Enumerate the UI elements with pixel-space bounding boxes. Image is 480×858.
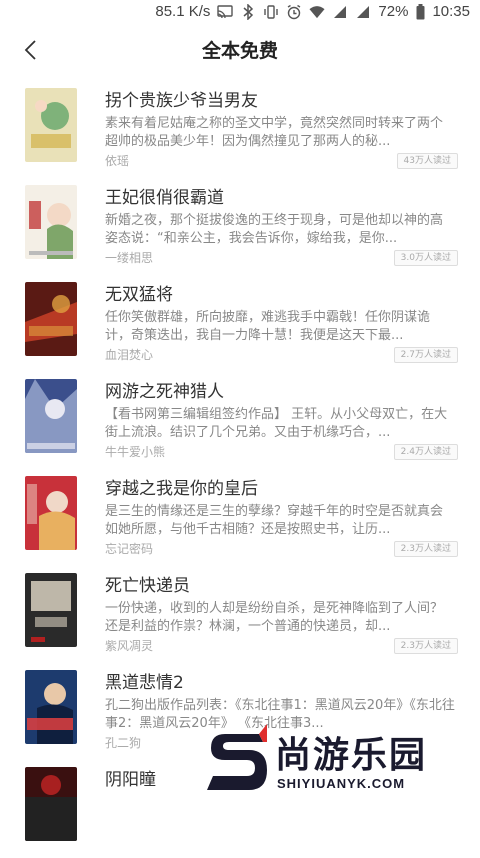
book-cover[interactable] — [25, 670, 77, 744]
reads-badge: 3.0万人读过 — [393, 250, 458, 266]
book-title[interactable]: 死亡快递员 — [105, 571, 190, 596]
book-author: 忘记密码 — [105, 542, 154, 556]
bluetooth-icon — [240, 3, 256, 20]
book-description: 任你笑傲群雄，所向披靡，难逃我手中霸戟！任你阴谋诡计，奇策迭出，我自一力降十慧！… — [105, 310, 431, 343]
book-title[interactable]: 拐个贵族少爷当男友 — [105, 86, 258, 111]
watermark-logo-icon — [207, 724, 267, 790]
book-item[interactable]: 网游之死神猎人 【看书网第三编辑组签约作品】 王轩。从小父母双亡，在大街上流浪。… — [0, 373, 480, 470]
site-watermark: 尚游乐园 SHIYIUANYK.COM — [205, 722, 480, 800]
reads-badge: 2.3万人读过 — [393, 638, 458, 654]
wifi-icon — [309, 4, 325, 20]
book-description: 一份快递，收到的人却是纷纷自杀，是死神降临到了人间？还是利益的作祟？林澜，一个普… — [105, 601, 444, 634]
vibrate-icon — [263, 4, 279, 20]
book-cover[interactable] — [25, 88, 77, 162]
book-cover[interactable] — [25, 476, 77, 550]
book-title[interactable]: 黑道悲情2 — [105, 668, 184, 693]
header: 全本免费 — [0, 26, 480, 74]
network-speed: 85.1 K/s — [155, 3, 211, 20]
book-item[interactable]: 穿越之我是你的皇后 是三生的情缘还是三生的孽缘？穿越千年的时空是否就真会如她所愿… — [0, 470, 480, 567]
book-author: 紫风凋灵 — [105, 639, 154, 653]
reads-badge: 43万人读过 — [396, 153, 458, 169]
book-description: 素来有着尼姑庵之称的圣文中学，竟然突然同时转来了两个超帅的极品美少年！因为偶然撞… — [105, 116, 444, 149]
signal-icon — [332, 4, 348, 20]
book-item[interactable]: 死亡快递员 一份快递，收到的人却是纷纷自杀，是死神降临到了人间？还是利益的作祟？… — [0, 567, 480, 664]
battery-icon — [415, 3, 425, 20]
status-indicators: 85.1 K/s 72% 10:35 — [155, 3, 470, 20]
book-cover[interactable] — [25, 379, 77, 453]
signal-icon-2 — [355, 4, 371, 20]
page-title: 全本免费 — [201, 40, 278, 62]
reads-badge: 2.7万人读过 — [393, 347, 458, 363]
book-item[interactable]: 无双猛将 任你笑傲群雄，所向披靡，难逃我手中霸戟！任你阴谋诡计，奇策迭出，我自一… — [0, 276, 480, 373]
book-author: 牛牛爱小熊 — [105, 445, 166, 459]
book-title[interactable]: 穿越之我是你的皇后 — [105, 474, 258, 499]
book-description: 是三生的情缘还是三生的孽缘？穿越千年的时空是否就真会如她所愿，与他千古相随？还是… — [105, 504, 444, 537]
watermark-brand: 尚游乐园 — [275, 735, 428, 776]
book-title[interactable]: 网游之死神猎人 — [105, 377, 224, 402]
book-item[interactable]: 王妃很俏很霸道 新婚之夜，那个挺拔俊逸的王终于现身，可是他却以神的高姿态说：“和… — [0, 179, 480, 276]
alarm-icon — [286, 4, 302, 20]
book-item[interactable]: 拐个贵族少爷当男友 素来有着尼姑庵之称的圣文中学，竟然突然同时转来了两个超帅的极… — [0, 82, 480, 179]
book-cover[interactable] — [25, 185, 77, 259]
book-title[interactable]: 阴阳瞳 — [105, 765, 156, 790]
status-bar: 85.1 K/s 72% 10:35 — [0, 0, 480, 26]
book-cover[interactable] — [25, 282, 77, 356]
book-author: 血泪焚心 — [105, 348, 154, 362]
reads-badge: 2.4万人读过 — [393, 444, 458, 460]
book-description: 【看书网第三编辑组签约作品】 王轩。从小父母双亡，在大街上流浪。结识了几个兄弟。… — [105, 407, 448, 440]
book-author: 孔二狗 — [105, 736, 142, 750]
book-cover[interactable] — [25, 573, 77, 647]
book-cover[interactable] — [25, 767, 77, 841]
book-description: 新婚之夜，那个挺拔俊逸的王终于现身，可是他却以神的高姿态说：“和亲公主，我会告诉… — [105, 213, 444, 246]
reads-badge: 2.3万人读过 — [393, 541, 458, 557]
book-title[interactable]: 无双猛将 — [105, 280, 173, 305]
book-author: 依瑶 — [105, 154, 130, 168]
book-author: 一缕相思 — [105, 251, 154, 265]
clock: 10:35 — [432, 3, 470, 20]
cast-icon — [217, 4, 234, 20]
book-title[interactable]: 王妃很俏很霸道 — [105, 183, 224, 208]
watermark-url: SHIYIUANYK.COM — [277, 776, 406, 791]
battery-percent: 72% — [378, 3, 409, 20]
